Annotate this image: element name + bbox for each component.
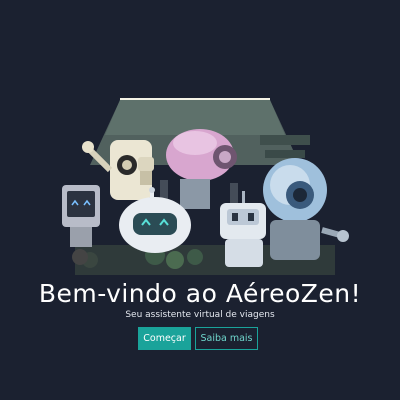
page-title: Bem-vindo ao AéreoZen! <box>38 279 362 308</box>
learn-more-button[interactable]: Saiba mais <box>195 327 258 350</box>
start-button[interactable]: Começar <box>138 327 191 350</box>
robots-illustration <box>62 98 349 275</box>
page-subtitle: Seu assistente virtual de viagens <box>125 310 275 320</box>
blue-round-robot <box>263 158 349 260</box>
box-robot <box>220 191 266 267</box>
